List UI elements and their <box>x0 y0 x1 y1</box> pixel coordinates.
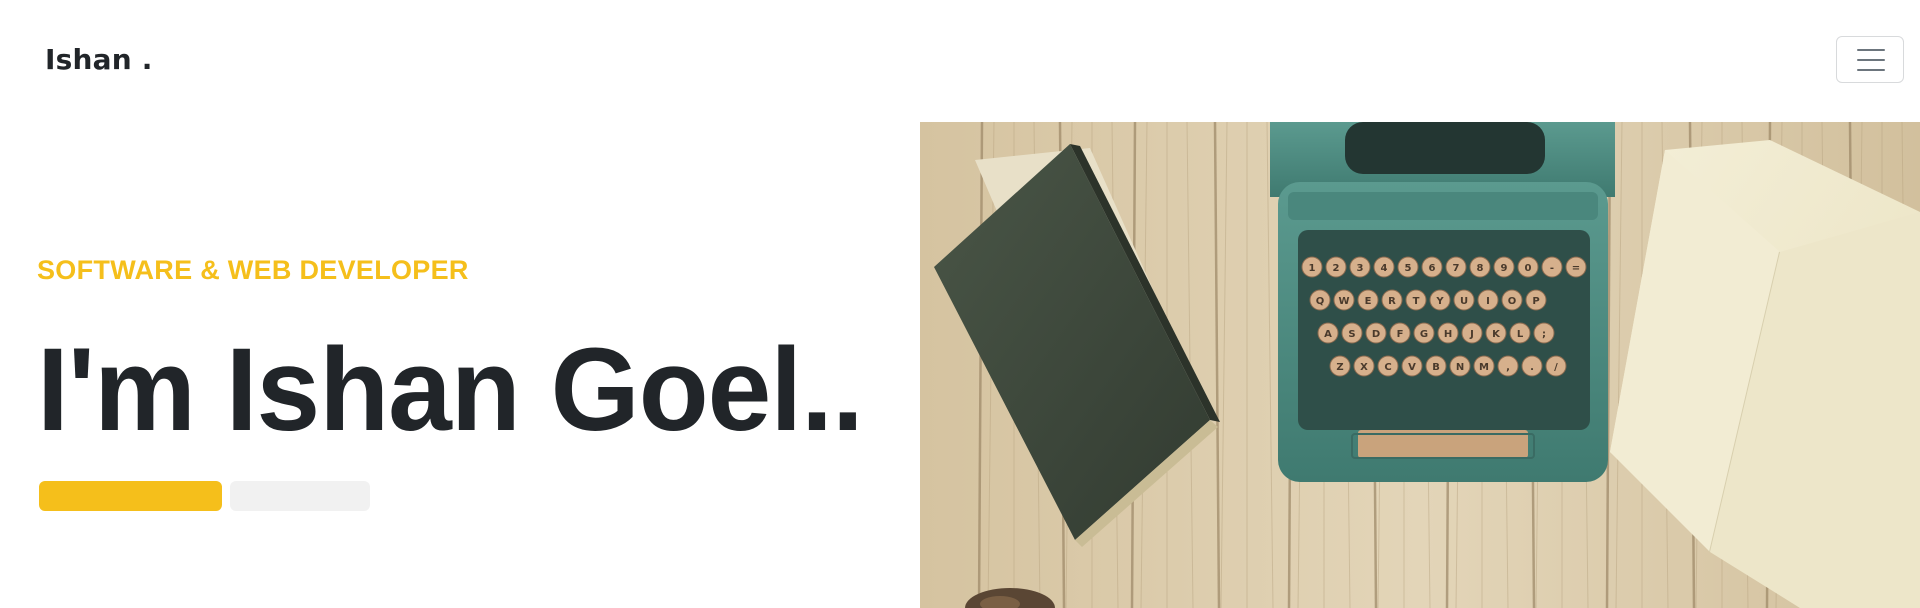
typewriter-key-label: 3 <box>1357 263 1364 274</box>
hero-image: 1 2 3 4 5 6 7 8 9 0 - = Q W E R T Y U I O P A S D F G H J K L; Z X C V B N M,… <box>920 122 1920 608</box>
typewriter-key-label: J <box>1469 329 1474 340</box>
typewriter-key-label: Q <box>1316 296 1325 307</box>
typewriter-key-label: W <box>1338 296 1349 307</box>
typewriter-key-label: M <box>1479 362 1489 373</box>
typewriter-key-label: 0 <box>1525 263 1532 274</box>
portfolio-page: Ishan . SOFTWARE & WEB DEVELOPER I'm Ish… <box>0 0 1920 608</box>
typewriter-key-label: , <box>1506 362 1510 373</box>
typewriter-key-label: G <box>1420 329 1428 340</box>
typewriter-key-label: L <box>1517 329 1524 340</box>
typewriter-key-label: 9 <box>1501 263 1508 274</box>
typewriter-key-label: 6 <box>1429 263 1436 274</box>
typewriter-key-label: F <box>1397 329 1404 340</box>
typewriter-key-label: X <box>1360 362 1368 373</box>
typewriter-key-label: = <box>1572 263 1580 274</box>
typewriter-key-label: A <box>1324 329 1332 340</box>
typewriter-key-label: / <box>1554 362 1558 373</box>
typewriter-key-label: 2 <box>1333 263 1340 274</box>
typewriter-key-label: U <box>1460 296 1468 307</box>
typewriter-key-label: 7 <box>1453 263 1460 274</box>
typewriter-key-label: R <box>1388 296 1396 307</box>
hamburger-menu-icon <box>1857 49 1885 71</box>
brand-logo[interactable]: Ishan . <box>45 42 153 78</box>
typewriter-key-label: ; <box>1542 329 1546 340</box>
typewriter-key-label: 5 <box>1405 263 1412 274</box>
typewriter-key-label: Y <box>1435 296 1444 307</box>
typewriter-key-label: E <box>1365 296 1372 307</box>
typewriter-key-label: P <box>1532 296 1539 307</box>
typewriter-key-label: H <box>1444 329 1452 340</box>
typewriter-key-label: V <box>1408 362 1416 373</box>
menu-toggle-button[interactable] <box>1836 36 1904 83</box>
typewriter-key-label: I <box>1486 296 1490 307</box>
typewriter-key-label: T <box>1413 296 1420 307</box>
typewriter-key-label: 4 <box>1381 263 1388 274</box>
typewriter-key-label: 8 <box>1477 263 1484 274</box>
hero-headline: I'm Ishan Goel.. <box>37 324 864 456</box>
typewriter-key-label: Z <box>1336 362 1343 373</box>
typewriter: 1 2 3 4 5 6 7 8 9 0 - = Q W E R T Y U I O P A S D F G H J K L ; Z X C V B N M,… <box>1270 122 1615 482</box>
typewriter-key-label: D <box>1372 329 1380 340</box>
typewriter-key-label: K <box>1492 329 1501 340</box>
typewriter-desk-illustration: 1 2 3 4 5 6 7 8 9 0 - = Q W E R T Y U I O P A S D F G H J K L ; Z X C V B N M,… <box>920 122 1920 608</box>
typewriter-key-label: O <box>1508 296 1517 307</box>
hero-secondary-button[interactable] <box>230 481 370 511</box>
typewriter-key-label: . <box>1530 362 1534 373</box>
typewriter-key-label: S <box>1348 329 1355 340</box>
hero-subtitle: SOFTWARE & WEB DEVELOPER <box>37 255 469 285</box>
typewriter-key-label: - <box>1550 263 1554 274</box>
typewriter-key-label: C <box>1384 362 1391 373</box>
hero-primary-button[interactable] <box>39 481 222 511</box>
navbar: Ishan . <box>0 0 1920 122</box>
typewriter-key-label: B <box>1432 362 1440 373</box>
typewriter-key-label: N <box>1456 362 1464 373</box>
typewriter-key-label: 1 <box>1309 263 1316 274</box>
